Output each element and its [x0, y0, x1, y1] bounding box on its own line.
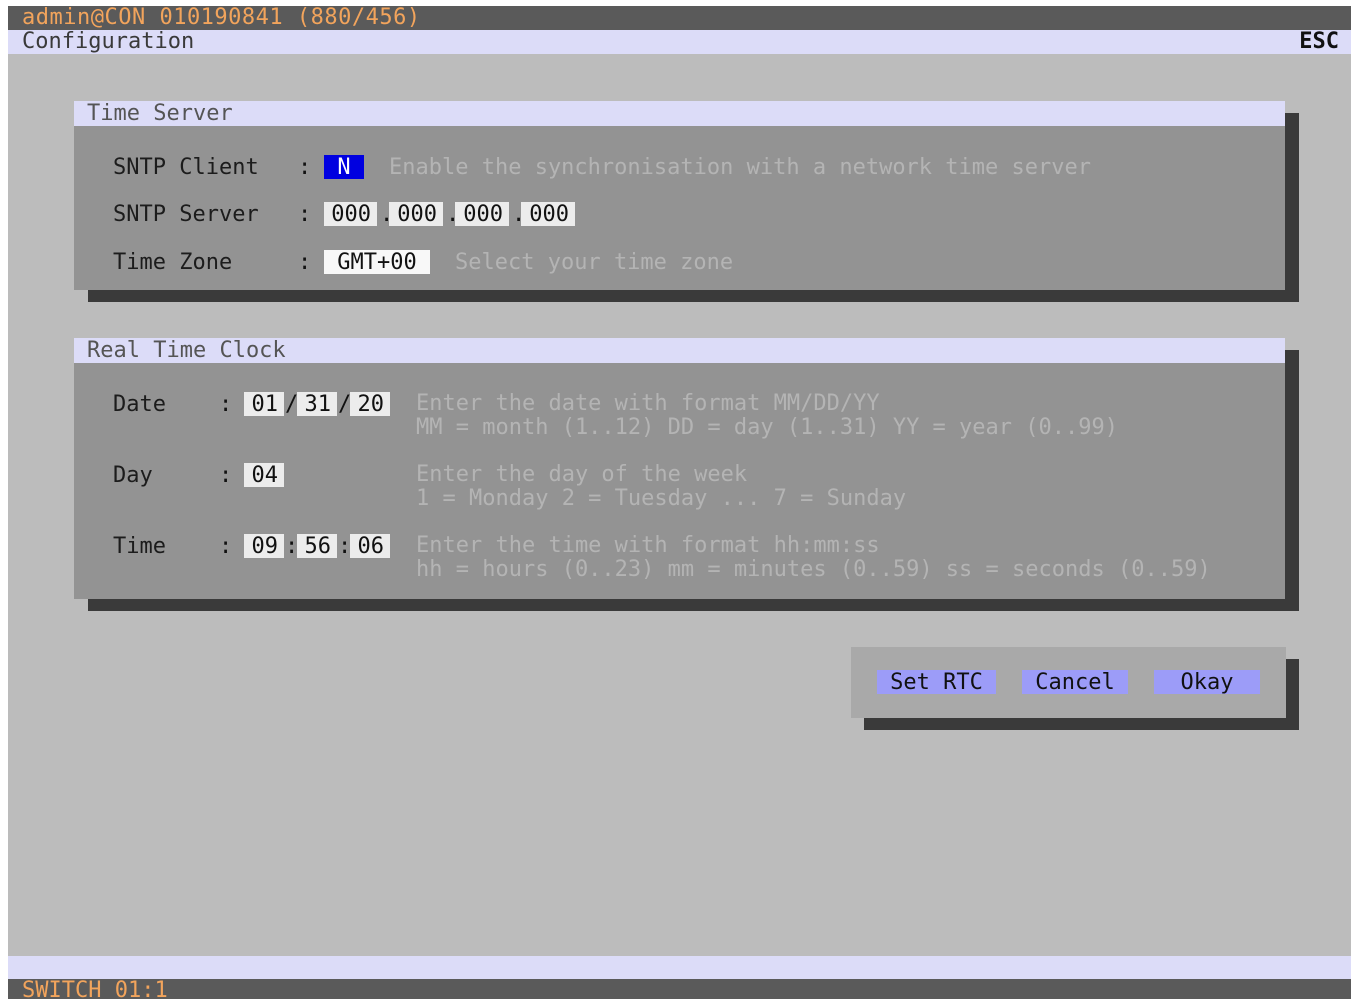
- esc-button[interactable]: ESC: [1299, 30, 1339, 54]
- day-hint-line-1: Enter the day of the week: [416, 462, 748, 487]
- date-month-field[interactable]: 01: [244, 392, 284, 417]
- title-bar: admin@CON 010190841 (880/456): [8, 6, 1351, 30]
- sntp-client-colon: :: [298, 155, 312, 180]
- time-zone-hint: Select your time zone: [455, 250, 734, 275]
- rtc-panel: Real Time Clock Date : 01 / 31 / 20 Ente…: [74, 338, 1285, 599]
- time-server-heading-bar: Time Server: [74, 101, 1285, 126]
- console-screen: admin@CON 010190841 (880/456) Configurat…: [8, 6, 1351, 999]
- date-year-field[interactable]: 20: [350, 392, 390, 417]
- menu-bar: Configuration ESC: [8, 30, 1351, 54]
- time-minutes-field[interactable]: 56: [297, 534, 337, 559]
- date-day-field[interactable]: 31: [297, 392, 337, 417]
- status-bar: SWITCH 01:1: [8, 979, 1351, 999]
- day-colon: :: [219, 463, 233, 488]
- sntp-server-octet-2[interactable]: 000: [389, 202, 443, 227]
- day-field[interactable]: 04: [244, 463, 284, 488]
- time-server-heading: Time Server: [87, 101, 233, 126]
- time-label: Time: [113, 534, 166, 559]
- time-zone-label: Time Zone: [113, 250, 233, 275]
- page-title: Configuration: [22, 29, 195, 54]
- session-title: admin@CON 010190841 (880/456): [22, 6, 421, 30]
- sntp-server-octet-4[interactable]: 000: [521, 202, 575, 227]
- day-label: Day: [113, 463, 153, 488]
- rtc-heading: Real Time Clock: [87, 338, 286, 363]
- time-hint-line-2: hh = hours (0..23) mm = minutes (0..59) …: [416, 557, 1211, 582]
- time-hours-field[interactable]: 09: [244, 534, 284, 559]
- set-rtc-button[interactable]: Set RTC: [877, 670, 996, 695]
- time-zone-field[interactable]: GMT+00: [324, 250, 430, 275]
- button-panel: Set RTC Cancel Okay: [851, 647, 1286, 718]
- time-seconds-field[interactable]: 06: [350, 534, 390, 559]
- date-label: Date: [113, 392, 166, 417]
- cancel-button[interactable]: Cancel: [1022, 670, 1128, 695]
- time-colon: :: [219, 534, 233, 559]
- sntp-server-octet-3[interactable]: 000: [455, 202, 509, 227]
- okay-button[interactable]: Okay: [1154, 670, 1260, 695]
- date-colon: :: [219, 392, 233, 417]
- sntp-server-octet-1[interactable]: 000: [324, 202, 377, 227]
- sntp-server-colon: :: [298, 202, 312, 227]
- sntp-client-hint: Enable the synchronisation with a networ…: [389, 155, 1091, 180]
- status-bar-upper: [8, 956, 1351, 979]
- date-hint-line-2: MM = month (1..12) DD = day (1..31) YY =…: [416, 415, 1118, 440]
- sntp-client-label: SNTP Client: [113, 155, 259, 180]
- sntp-client-field[interactable]: N: [324, 155, 364, 180]
- date-hint-line-1: Enter the date with format MM/DD/YY: [416, 391, 880, 416]
- time-hint-line-1: Enter the time with format hh:mm:ss: [416, 533, 880, 558]
- time-server-panel: Time Server SNTP Client : N Enable the s…: [74, 101, 1285, 290]
- time-zone-colon: :: [298, 250, 312, 275]
- status-text: SWITCH 01:1: [22, 978, 168, 999]
- sntp-server-label: SNTP Server: [113, 202, 259, 227]
- rtc-heading-bar: Real Time Clock: [74, 338, 1285, 363]
- day-hint-line-2: 1 = Monday 2 = Tuesday ... 7 = Sunday: [416, 486, 907, 511]
